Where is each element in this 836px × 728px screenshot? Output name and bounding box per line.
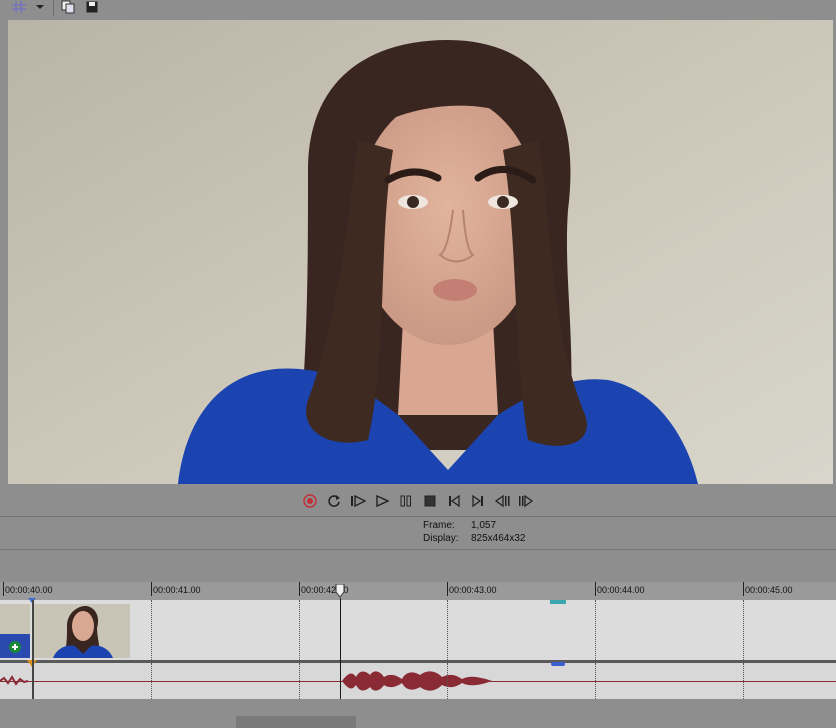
copy-snapshot-icon[interactable] xyxy=(60,0,76,14)
playhead-handle-icon[interactable] xyxy=(335,584,345,598)
play-icon[interactable] xyxy=(372,491,392,511)
audio-track[interactable] xyxy=(0,660,836,699)
grid-icon[interactable] xyxy=(10,0,28,14)
video-preview xyxy=(8,20,833,484)
grid-line xyxy=(595,663,596,699)
clip-edge-line[interactable] xyxy=(32,600,34,699)
grid-line xyxy=(299,600,300,660)
ruler-tick xyxy=(447,582,448,596)
loop-icon[interactable] xyxy=(324,491,344,511)
grid-line xyxy=(299,663,300,699)
envelope-marker-icon xyxy=(550,600,566,604)
add-fx-icon[interactable] xyxy=(8,640,26,659)
playhead-line[interactable] xyxy=(340,598,341,699)
dropdown-arrow-icon[interactable] xyxy=(34,0,46,14)
grid-line xyxy=(447,663,448,699)
ruler-tick xyxy=(743,582,744,596)
display-label: Display: xyxy=(423,533,459,544)
record-icon[interactable] xyxy=(300,491,320,511)
divider xyxy=(0,549,836,550)
next-marker-icon[interactable] xyxy=(468,491,488,511)
save-snapshot-icon[interactable] xyxy=(84,0,100,14)
play-from-start-icon[interactable] xyxy=(348,491,368,511)
pause-icon[interactable] xyxy=(396,491,416,511)
toolbar-separator xyxy=(53,0,54,16)
grid-line xyxy=(743,600,744,660)
grid-line xyxy=(151,663,152,699)
timeline-ruler[interactable]: 00:00:40.00 00:00:41.00 00:00:42.00 00:0… xyxy=(0,582,836,600)
ruler-tick-label: 00:00:41.00 xyxy=(153,585,201,595)
preview-toolbar xyxy=(0,0,836,18)
edit-tools-group[interactable] xyxy=(236,716,356,728)
transport-controls xyxy=(300,490,536,512)
clip-thumbnail[interactable] xyxy=(33,604,130,658)
display-value: 825x464x32 xyxy=(471,533,526,544)
grid-line xyxy=(595,600,596,660)
divider xyxy=(0,516,836,517)
grid-line xyxy=(447,600,448,660)
ruler-tick-label: 00:00:43.00 xyxy=(449,585,497,595)
ruler-tick-label: 00:00:45.00 xyxy=(745,585,793,595)
frame-info: Frame: 1,057 xyxy=(423,520,496,531)
ruler-tick xyxy=(299,582,300,596)
ruler-tick-label: 00:00:40.00 xyxy=(5,585,53,595)
grid-line xyxy=(743,663,744,699)
timeline-bottom-toolbar xyxy=(0,712,836,728)
prev-frame-icon[interactable] xyxy=(492,491,512,511)
ruler-tick xyxy=(3,582,4,596)
display-info: Display: 825x464x32 xyxy=(423,533,526,544)
stop-icon[interactable] xyxy=(420,491,440,511)
next-frame-icon[interactable] xyxy=(516,491,536,511)
ruler-tick xyxy=(595,582,596,596)
ruler-tick-label: 00:00:44.00 xyxy=(597,585,645,595)
ruler-tick xyxy=(151,582,152,596)
frame-value: 1,057 xyxy=(471,520,497,531)
prev-marker-icon[interactable] xyxy=(444,491,464,511)
audio-waveform xyxy=(0,671,492,691)
video-track[interactable] xyxy=(0,598,836,660)
frame-label: Frame: xyxy=(423,520,455,531)
grid-line xyxy=(151,600,152,660)
preview-frame-image xyxy=(8,20,833,484)
